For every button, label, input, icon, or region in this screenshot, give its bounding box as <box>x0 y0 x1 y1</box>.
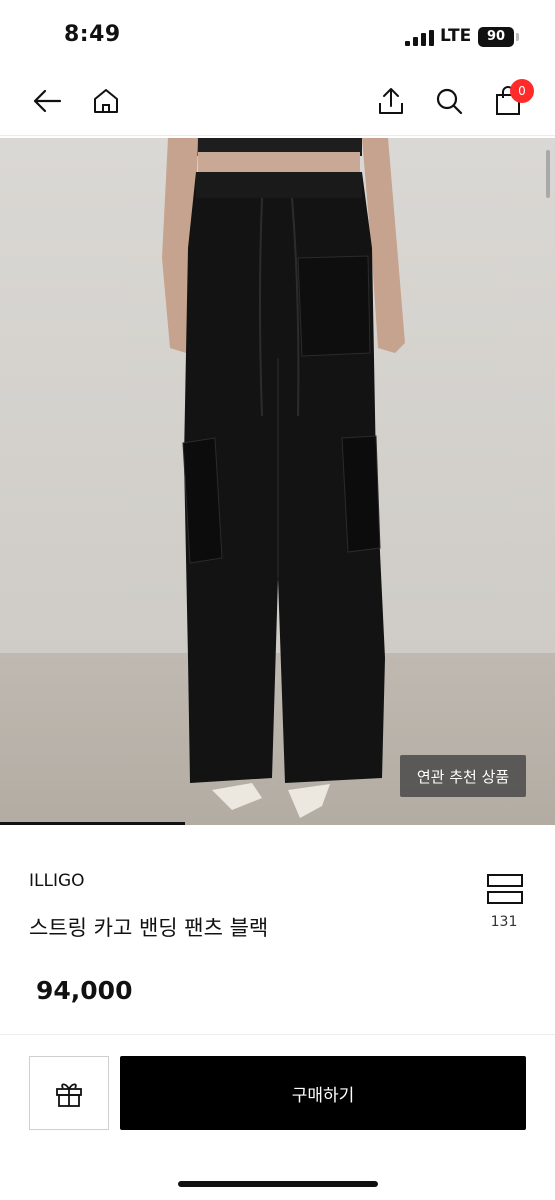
brand-name[interactable]: ILLIGO <box>29 871 85 891</box>
product-title: 스트링 카고 밴딩 팬츠 블랙 <box>29 916 269 940</box>
image-page-indicator <box>0 822 185 825</box>
home-icon[interactable] <box>89 84 123 118</box>
cart-badge: 0 <box>510 79 534 103</box>
buy-button[interactable]: 구매하기 <box>120 1056 526 1130</box>
gift-icon <box>56 1083 82 1107</box>
status-bar: 8:49 LTE 90 <box>0 0 555 70</box>
network-label: LTE <box>440 26 472 46</box>
gift-button[interactable] <box>29 1056 109 1130</box>
wishlist-count: 131 <box>490 914 518 930</box>
share-icon[interactable] <box>374 84 408 118</box>
product-price: 94,000 <box>36 976 133 1005</box>
product-photo <box>0 138 555 825</box>
battery-icon: 90 <box>478 27 514 47</box>
product-image[interactable] <box>0 138 555 825</box>
divider <box>0 1034 555 1035</box>
home-indicator[interactable] <box>178 1181 378 1187</box>
search-icon[interactable] <box>432 84 466 118</box>
nav-bar <box>0 70 555 136</box>
related-products-button[interactable]: 연관 추천 상품 <box>400 755 526 797</box>
status-time: 8:49 <box>64 22 121 47</box>
wishlist-icon[interactable] <box>486 873 524 905</box>
scroll-indicator <box>546 150 550 198</box>
back-arrow-icon[interactable] <box>30 84 64 118</box>
battery-nub <box>516 33 519 41</box>
signal-icon <box>405 30 434 46</box>
